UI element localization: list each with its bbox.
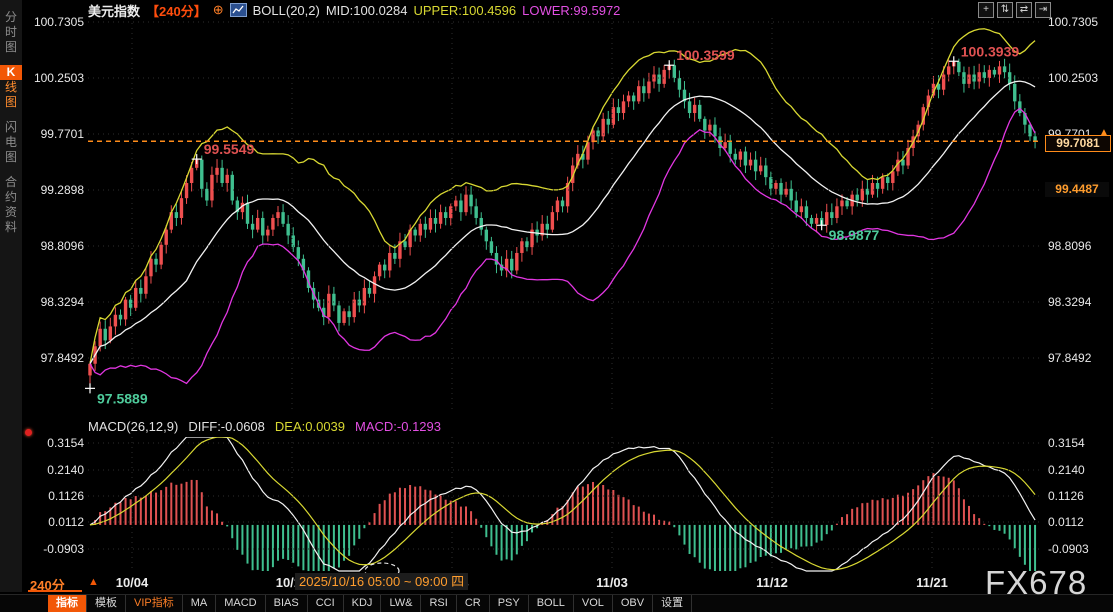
price-axis-label-left: 98.8096 <box>24 239 84 253</box>
tab-char: K <box>0 65 22 80</box>
low-price-annotation: 98.9877 <box>829 227 880 243</box>
toolbar-button-MACD[interactable]: MACD <box>216 595 265 612</box>
price-axis-label-right: 97.8492 <box>1048 351 1110 365</box>
boll-lower-value: LOWER:99.5972 <box>522 3 620 18</box>
symbol-name: 美元指数 <box>88 1 140 20</box>
macd-axis-label-right: 0.0112 <box>1048 515 1110 529</box>
price-axis-label-right: 100.2503 <box>1048 71 1110 85</box>
watermark: FX678 <box>985 564 1087 602</box>
y-zoom-icon[interactable]: ⇅ <box>997 2 1013 18</box>
price-axis-label-right: 100.7305 <box>1048 15 1110 29</box>
indicator-toolbar: 指标模板VIP指标MAMACDBIASCCIKDJLW&RSICRPSYBOLL… <box>0 594 1113 612</box>
boll-mid-value: MID:100.0284 <box>326 3 408 18</box>
macd-axis-label-right: 0.1126 <box>1048 489 1110 503</box>
toolbar-spacer <box>0 595 48 612</box>
tab-char: 电 <box>0 135 22 150</box>
price-axis-label-right: 98.3294 <box>1048 295 1110 309</box>
date-axis-label: 11/21 <box>902 575 962 590</box>
low-price-annotation: 97.5889 <box>97 390 148 406</box>
macd-axis-label-right: 0.3154 <box>1048 436 1110 450</box>
tab-char: 图 <box>0 150 22 165</box>
price-axis-label-left: 98.3294 <box>24 295 84 309</box>
date-axis-label: 11/12 <box>742 575 802 590</box>
toolbar-button-BIAS[interactable]: BIAS <box>266 595 308 612</box>
current-price-box: 99.7081 <box>1045 135 1111 152</box>
x-zoom-icon[interactable]: ⇄ <box>1016 2 1032 18</box>
toolbar-button-CR[interactable]: CR <box>457 595 490 612</box>
toolbar-button-MA[interactable]: MA <box>183 595 217 612</box>
macd-axis-label-left: 0.2140 <box>24 463 84 477</box>
macd-dea-value: DEA:0.0039 <box>275 419 345 434</box>
tab-char: 约 <box>0 190 22 205</box>
chart-header: 美元指数 【240分】 ⊕ BOLL(20,2) MID:100.0284 UP… <box>88 2 620 18</box>
tab-char: 图 <box>0 95 22 110</box>
macd-axis-label-left: 0.1126 <box>24 489 84 503</box>
sidebar-tab-合约资料[interactable]: 合约资料 <box>0 175 22 235</box>
price-axis-label-left: 97.8492 <box>24 351 84 365</box>
toolbar-button-BOLL[interactable]: BOLL <box>529 595 574 612</box>
high-price-annotation: 99.5549 <box>204 141 255 157</box>
tab-char: 时 <box>0 25 22 40</box>
macd-axis-label-right: -0.0903 <box>1048 542 1110 556</box>
add-indicator-icon[interactable]: ⊕ <box>213 2 224 18</box>
toolbar-button-OBV[interactable]: OBV <box>613 595 653 612</box>
toolbar-button-PSY[interactable]: PSY <box>490 595 529 612</box>
price-axis-label-right: 98.8096 <box>1048 239 1110 253</box>
price-axis-label-left: 99.2898 <box>24 183 84 197</box>
price-axis-label-left: 99.7701 <box>24 127 84 141</box>
toolbar-button-设置[interactable]: 设置 <box>653 595 692 612</box>
macd-axis-label-left: 0.0112 <box>24 515 84 529</box>
date-axis-label: 10/04 <box>102 575 162 590</box>
candlestick-macd-chart[interactable]: 97.5889 99.5549 100.3599 98.9877 100.3939 <box>0 0 1113 612</box>
high-price-annotation: 100.3939 <box>961 43 1020 59</box>
chart-tool-icons: +⇅⇄⇥ <box>978 2 1051 18</box>
trading-app-window: 97.5889 99.5549 100.3599 98.9877 100.3939 分时… <box>0 0 1113 612</box>
period-underline <box>28 590 82 592</box>
macd-hist-value: MACD:-0.1293 <box>355 419 441 434</box>
tab-char: 合 <box>0 175 22 190</box>
date-axis-label: 11/03 <box>582 575 642 590</box>
boll-indicator-label: BOLL(20,2) <box>253 3 320 18</box>
toolbar-button-VOL[interactable]: VOL <box>574 595 613 612</box>
toolbar-button-KDJ[interactable]: KDJ <box>344 595 382 612</box>
toolbar-button-LW&[interactable]: LW& <box>381 595 421 612</box>
toolbar-button-模板[interactable]: 模板 <box>87 595 126 612</box>
sidebar-tab-闪电图[interactable]: 闪电图 <box>0 120 22 165</box>
macd-title: MACD(26,12,9) <box>88 419 178 434</box>
tab-char: 闪 <box>0 120 22 135</box>
sidebar-tab-分时图[interactable]: 分时图 <box>0 10 22 55</box>
left-sidebar: 分时图K线图闪电图合约资料 <box>0 0 23 592</box>
boll-upper-value: UPPER:100.4596 <box>414 3 517 18</box>
bar-time-tooltip: 2025/10/16 05:00 ~ 09:00 四 <box>295 573 468 590</box>
macd-axis-label-right: 0.2140 <box>1048 463 1110 477</box>
price-axis-label-left: 100.2503 <box>24 71 84 85</box>
macd-axis-label-left: 0.3154 <box>24 436 84 450</box>
tab-char: 图 <box>0 40 22 55</box>
period-up-arrow-icon[interactable]: ▲ <box>88 576 99 588</box>
tab-char: 线 <box>0 80 22 95</box>
pan-icon[interactable]: + <box>978 2 994 18</box>
period-label[interactable]: 【240分】 <box>146 1 207 20</box>
macd-axis-label-left: -0.0903 <box>24 542 84 556</box>
high-price-annotation: 100.3599 <box>676 47 735 63</box>
macd-header: MACD(26,12,9) DIFF:-0.0608 DEA:0.0039 MA… <box>88 419 441 434</box>
macd-diff-value: DIFF:-0.0608 <box>188 419 265 434</box>
toolbar-button-VIP指标[interactable]: VIP指标 <box>126 595 183 612</box>
secondary-price-label: 99.4487 <box>1045 182 1109 197</box>
toolbar-button-指标[interactable]: 指标 <box>48 595 87 612</box>
tab-char: 资 <box>0 205 22 220</box>
alert-dot <box>25 429 32 436</box>
tab-char: 分 <box>0 10 22 25</box>
price-axis-label-left: 100.7305 <box>24 15 84 29</box>
tab-char: 料 <box>0 220 22 235</box>
chart-type-icon[interactable] <box>230 3 247 17</box>
sidebar-tab-K线图[interactable]: K线图 <box>0 65 22 110</box>
toolbar-button-CCI[interactable]: CCI <box>308 595 344 612</box>
toolbar-button-RSI[interactable]: RSI <box>421 595 456 612</box>
